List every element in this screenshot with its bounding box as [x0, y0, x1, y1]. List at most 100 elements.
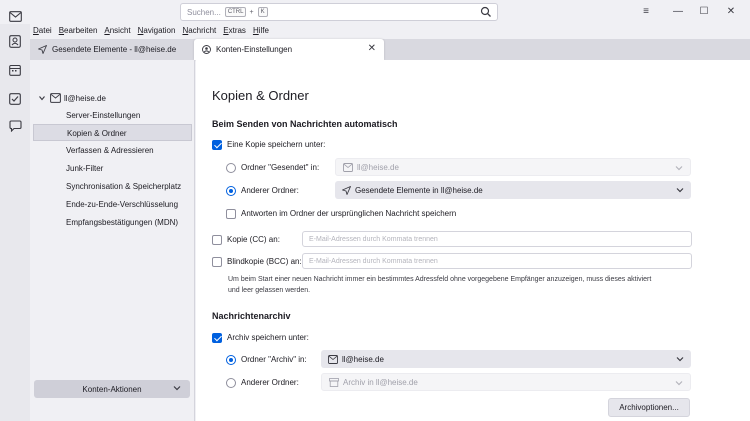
- calendar-icon: [9, 64, 21, 76]
- menubar: Datei Bearbeiten Ansicht Navigation Nach…: [30, 24, 269, 38]
- space-addressbook[interactable]: [7, 33, 23, 49]
- search-placeholder: Suchen...: [187, 7, 221, 17]
- titlebar: Suchen... CTRL + K ≡ — ☐ ✕: [0, 0, 750, 24]
- bcc-placeholder: E-Mail-Adressen durch Kommata trennen: [309, 257, 438, 265]
- sent-folder-value: ll@heise.de: [357, 162, 399, 172]
- address-field-hint: Um beim Start einer neuen Nachricht imme…: [228, 274, 698, 296]
- archive-other-select[interactable]: Archiv in ll@heise.de: [321, 373, 691, 391]
- page-title: Kopien & Ordner: [212, 88, 309, 103]
- tree-item-junk-filter[interactable]: Junk-Filter: [33, 160, 192, 177]
- save-copy-label: Eine Kopie speichern unter:: [227, 140, 326, 149]
- menu-extras[interactable]: Extras: [223, 24, 246, 38]
- cc-input[interactable]: E-Mail-Adressen durch Kommata trennen: [302, 231, 692, 247]
- sent-folder-label: Ordner "Gesendet" in:: [241, 163, 320, 172]
- menu-hilfe[interactable]: Hilfe: [253, 24, 269, 38]
- tab-label: Konten-Einstellungen: [216, 45, 293, 54]
- chevron-down-icon: [675, 166, 683, 171]
- tree-item-copies-folders[interactable]: Kopien & Ordner: [33, 124, 192, 141]
- chevron-down-icon: [676, 357, 684, 362]
- tree-item-sync-storage[interactable]: Synchronisation & Speicherplatz: [33, 178, 192, 195]
- cc-checkbox[interactable]: [212, 235, 222, 245]
- chevron-down-icon[interactable]: [38, 94, 46, 102]
- reply-in-folder-label: Antworten im Ordner der ursprünglichen N…: [241, 209, 457, 218]
- tab-bar: Gesendete Elemente - ll@heise.de Konten-…: [30, 39, 750, 60]
- bcc-checkbox[interactable]: [212, 257, 222, 267]
- account-icon: [343, 162, 353, 172]
- archive-options-button[interactable]: Archivoptionen...: [608, 398, 690, 417]
- archive-checkbox[interactable]: [212, 333, 222, 343]
- account-tree: ll@heise.de Server-Einstellungen Kopien …: [30, 60, 195, 421]
- cc-placeholder: E-Mail-Adressen durch Kommata trennen: [309, 235, 438, 243]
- menu-nachricht[interactable]: Nachricht: [182, 24, 216, 38]
- section-heading-send: Beim Senden von Nachrichten automatisch: [212, 119, 398, 129]
- other-folder-label: Anderer Ordner:: [241, 186, 299, 195]
- archive-folder-select[interactable]: ll@heise.de: [321, 350, 691, 368]
- bcc-input[interactable]: E-Mail-Adressen durch Kommata trennen: [302, 253, 692, 269]
- close-tab-icon[interactable]: ✕: [368, 43, 376, 54]
- other-folder-radio[interactable]: [226, 186, 236, 196]
- cc-label: Kopie (CC) an:: [227, 235, 280, 244]
- tree-item-composition[interactable]: Verfassen & Adressieren: [33, 142, 192, 159]
- close-window-button[interactable]: ✕: [722, 3, 740, 19]
- tree-item-e2e-encryption[interactable]: Ende-zu-Ende-Verschlüsselung: [33, 196, 192, 213]
- app-menu-button[interactable]: ≡: [637, 3, 655, 19]
- archive-icon: [329, 377, 339, 387]
- archive-folder-label: Ordner "Archiv" in:: [241, 355, 307, 364]
- reply-in-folder-checkbox[interactable]: [226, 209, 236, 219]
- archive-other-label: Anderer Ordner:: [241, 378, 299, 387]
- minimize-button[interactable]: —: [669, 3, 687, 19]
- space-chat[interactable]: [7, 118, 23, 134]
- menu-datei[interactable]: Datei: [33, 24, 52, 38]
- other-folder-select[interactable]: Gesendete Elemente in ll@heise.de: [335, 181, 691, 199]
- search-input[interactable]: Suchen... CTRL + K: [180, 3, 498, 21]
- menu-bearbeiten[interactable]: Bearbeiten: [59, 24, 98, 38]
- account-name: ll@heise.de: [64, 93, 106, 103]
- menu-ansicht[interactable]: Ansicht: [104, 24, 130, 38]
- menu-navigation[interactable]: Navigation: [138, 24, 176, 38]
- send-icon: [342, 185, 351, 195]
- close-icon: ✕: [726, 5, 736, 17]
- shortcut-key-ctrl: CTRL: [224, 7, 247, 17]
- minimize-icon: —: [673, 5, 683, 17]
- space-mail[interactable]: [7, 8, 23, 24]
- tree-item-server-settings[interactable]: Server-Einstellungen: [33, 107, 192, 124]
- archive-label: Archiv speichern unter:: [227, 333, 309, 342]
- tab-label: Gesendete Elemente - ll@heise.de: [52, 45, 177, 54]
- chat-icon: [8, 120, 22, 132]
- account-icon: [50, 93, 61, 103]
- space-tasks[interactable]: [7, 91, 23, 107]
- archive-folder-radio[interactable]: [226, 355, 236, 365]
- archive-other-radio[interactable]: [226, 378, 236, 388]
- shortcut-key-k: K: [257, 7, 268, 17]
- archive-other-value: Archiv in ll@heise.de: [343, 377, 418, 387]
- chevron-down-icon: [676, 188, 684, 193]
- send-icon: [38, 45, 47, 54]
- chevron-down-icon: [173, 386, 181, 391]
- account-settings-icon: [202, 45, 211, 54]
- account-node[interactable]: ll@heise.de: [38, 93, 106, 103]
- sent-folder-select[interactable]: ll@heise.de: [335, 158, 691, 176]
- tree-item-return-receipts[interactable]: Empfangsbestätigungen (MDN): [33, 214, 192, 231]
- settings-content: Kopien & Ordner Beim Senden von Nachrich…: [196, 60, 750, 421]
- hamburger-icon: ≡: [643, 5, 649, 17]
- archive-folder-value: ll@heise.de: [342, 354, 384, 364]
- maximize-button[interactable]: ☐: [695, 3, 713, 19]
- hint-line: und leer gelassen werden.: [228, 287, 311, 294]
- chevron-down-icon: [675, 381, 683, 386]
- search-icon[interactable]: [480, 6, 492, 18]
- hint-line: Um beim Start einer neuen Nachricht imme…: [228, 276, 652, 283]
- shortcut-plus: +: [249, 8, 254, 16]
- sent-folder-radio[interactable]: [226, 163, 236, 173]
- maximize-icon: ☐: [699, 5, 709, 17]
- account-actions-button[interactable]: Konten-Aktionen: [34, 380, 190, 398]
- section-heading-archive: Nachrichtenarchiv: [212, 311, 291, 321]
- tab-account-settings[interactable]: Konten-Einstellungen ✕: [194, 39, 384, 60]
- save-copy-checkbox[interactable]: [212, 140, 222, 150]
- account-actions-label: Konten-Aktionen: [82, 384, 142, 394]
- mail-icon: [8, 10, 22, 22]
- spaces-toolbar: [0, 10, 30, 421]
- address-book-icon: [9, 34, 21, 48]
- tab-sent-items[interactable]: Gesendete Elemente - ll@heise.de: [30, 39, 194, 60]
- other-folder-value: Gesendete Elemente in ll@heise.de: [355, 185, 483, 195]
- space-calendar[interactable]: [7, 62, 23, 78]
